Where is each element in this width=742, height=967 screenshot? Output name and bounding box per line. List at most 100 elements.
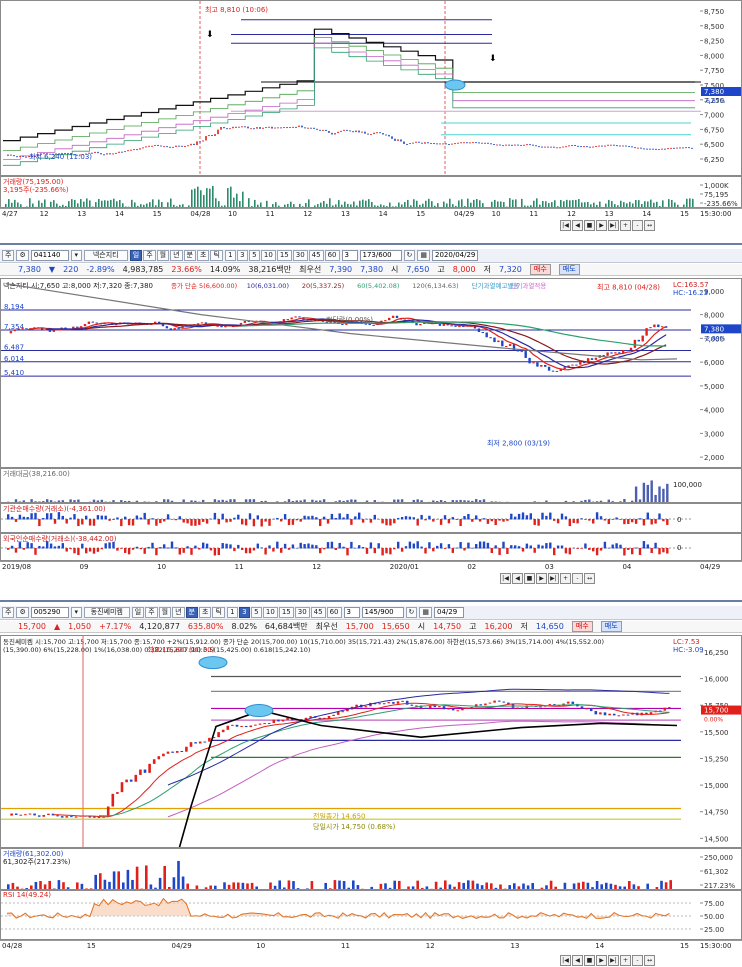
menu-button[interactable]: 주 [2,607,15,618]
period-button-6[interactable]: 틱 [210,250,223,261]
period-button-1[interactable]: 주 [145,607,158,618]
rsi-pane[interactable]: 75.00 50.00 25.00 RSI 14(49.24) [0,890,742,940]
bar-count-input[interactable]: 173/600 [359,250,402,261]
refresh-icon[interactable]: ↻ [403,250,416,261]
period-button-4[interactable]: 분 [183,250,196,261]
volume-value: 4,120,877 [139,622,180,631]
zoom-out-button[interactable]: - [632,220,643,231]
scroll-stop-button[interactable]: ■ [584,955,595,966]
calendar-icon[interactable]: ▦ [417,250,431,261]
scroll-stop-button[interactable]: ■ [584,220,595,231]
interval-button-2[interactable]: 5 [248,250,260,261]
minute-price-pane[interactable]: 동진쎄미켐 시:15,700 고:15,700 저:15,700 종:15,70… [0,635,742,848]
interval-button-1[interactable]: 3 [238,607,250,618]
period-button-3[interactable]: 년 [170,250,183,261]
scroll-next-button[interactable]: ▶ [536,573,547,584]
interval-button-6[interactable]: 45 [308,250,324,261]
scroll-stop-button[interactable]: ■ [524,573,535,584]
minute-volume-pane[interactable]: 250,000 61,302 217.23% 거래량(61,302.00) 61,3… [0,848,742,890]
period-button-2[interactable]: 월 [158,607,172,618]
menu-button[interactable]: 주 [2,250,15,261]
scroll-first-button[interactable]: |◀ [500,573,511,584]
price-candle [217,129,219,135]
period-button-0[interactable]: 일 [131,607,145,618]
period-button-1[interactable]: 주 [143,250,156,261]
scroll-next-button[interactable]: ▶ [596,220,607,231]
period-button-4[interactable]: 분 [185,607,198,618]
buy-button[interactable]: 매수 [529,264,551,275]
scroll-last-button[interactable]: ▶| [608,955,619,966]
interval-button-5[interactable]: 30 [292,250,308,261]
scroll-first-button[interactable]: |◀ [560,220,571,231]
count-select[interactable]: 3 [341,250,358,261]
settings-button[interactable]: ⚙ [16,250,29,261]
interval-button-7[interactable]: 60 [324,250,340,261]
interval-button-3[interactable]: 10 [262,607,278,618]
scroll-last-button[interactable]: ▶| [548,573,559,584]
fit-button[interactable]: ↔ [644,955,655,966]
stock-code-input[interactable]: 041140 [30,250,69,261]
interval-button-0[interactable]: 1 [224,250,236,261]
period-button-5[interactable]: 초 [197,250,210,261]
zoom-out-button[interactable]: - [632,955,643,966]
interval-button-5[interactable]: 30 [294,607,310,618]
period-button-5[interactable]: 초 [199,607,212,618]
interval-button-2[interactable]: 5 [250,607,262,618]
foreign-bar [549,542,552,549]
settings-button[interactable]: ⚙ [16,607,29,618]
price-candle [487,142,489,144]
fit-button[interactable]: ↔ [584,573,595,584]
price-candle [652,148,654,150]
bar-count-input[interactable]: 145/900 [361,607,404,618]
interval-button-6[interactable]: 45 [310,607,326,618]
period-button-0[interactable]: 일 [129,250,143,261]
scroll-next-button[interactable]: ▶ [596,955,607,966]
buy-button[interactable]: 매수 [571,621,593,632]
scroll-last-button[interactable]: ▶| [608,220,619,231]
zoom-in-button[interactable]: + [620,955,631,966]
x-tick-label: 10 [491,210,501,218]
period-button-6[interactable]: 틱 [212,607,225,618]
zoom-in-button[interactable]: + [620,220,631,231]
volume-bar [308,199,310,207]
sell-button[interactable]: 매도 [600,621,622,632]
daily-price-pane[interactable]: 넥슨지티 시:7,650 고:8,000 저:7,320 종:7,380 종가 단… [0,278,742,468]
interval-button-7[interactable]: 60 [326,607,342,618]
period-button-2[interactable]: 월 [156,250,170,261]
scroll-prev-button[interactable]: ◀ [572,955,583,966]
minute-chart-panel: 주 ⚙ 005290 ▾ 동진쎄미켐 일주월년분초틱 1 3 5 10 15 30 45 60… [0,600,742,967]
intraday-volume-pane[interactable]: 1,000K 75,195 -235.66% 거래량(75,195.00) 3,19… [0,176,742,208]
refresh-icon[interactable]: ↻ [405,607,418,618]
low-price: 7,320 [498,265,522,274]
date-input[interactable]: 04/29 [434,607,465,618]
stock-code-input[interactable]: 005290 [30,607,69,618]
intraday-price-pane[interactable]: 8,750 8,500 8,250 8,000 7,750 7,500 7,250 7,000… [0,0,742,176]
trade-amount-pane[interactable]: 거래대금(38,216.00) 100,000 [0,468,742,503]
fit-button[interactable]: ↔ [644,220,655,231]
price-candle [653,324,656,328]
trend-line [178,709,678,847]
code-search-icon[interactable]: ▾ [70,250,82,261]
interval-button-3[interactable]: 10 [260,250,276,261]
zoom-out-button[interactable]: - [572,573,583,584]
date-input[interactable]: 2020/04/29 [432,250,479,261]
scroll-first-button[interactable]: |◀ [560,955,571,966]
scroll-prev-button[interactable]: ◀ [512,573,523,584]
scroll-prev-button[interactable]: ◀ [572,220,583,231]
code-search-icon[interactable]: ▾ [70,607,82,618]
period-button-3[interactable]: 년 [172,607,185,618]
calendar-icon[interactable]: ▦ [419,607,433,618]
institution-bar [18,514,22,520]
interval-button-1[interactable]: 3 [236,250,248,261]
interval-button-4[interactable]: 15 [276,250,292,261]
price-candle [352,131,354,133]
sell-button[interactable]: 매도 [558,264,580,275]
institution-bar [498,519,501,521]
interval-button-0[interactable]: 1 [226,607,238,618]
zoom-in-button[interactable]: + [560,573,571,584]
price-candle [649,148,651,150]
foreign-net-pane[interactable]: 외국인순매수량(거래소)(-38,442.00) 0 [0,533,742,561]
count-select[interactable]: 3 [343,607,360,618]
interval-button-4[interactable]: 15 [278,607,294,618]
institution-net-pane[interactable]: 기관순매수량(거래소)(-4,361.00) 0 [0,503,742,533]
